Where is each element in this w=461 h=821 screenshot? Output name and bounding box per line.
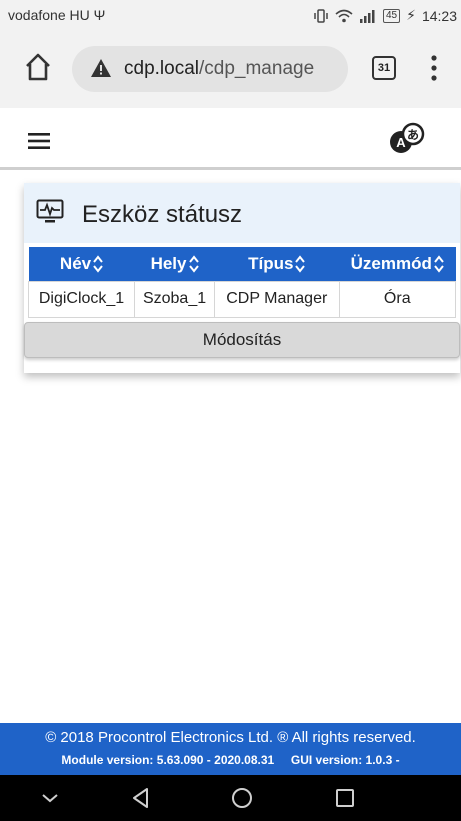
charging-icon: ⚡ [406, 7, 416, 23]
footer: © 2018 Procontrol Electronics Ltd. ® All… [0, 723, 461, 775]
vibrate-icon [314, 8, 328, 23]
carrier-name: vodafone HU Ψ [8, 7, 106, 23]
signal-icon [359, 9, 375, 23]
sort-icon[interactable] [434, 255, 444, 273]
page: vodafone HU Ψ 45 ⚡ 14:23 cdp.local/cdp_m… [0, 0, 461, 821]
usb-icon: Ψ [93, 7, 106, 23]
wifi-icon [335, 9, 353, 22]
cell-name: DigiClock_1 [27, 280, 136, 318]
home-icon[interactable] [24, 52, 52, 82]
back-icon[interactable] [129, 786, 153, 810]
copyright-text: © 2018 Procontrol Electronics Ltd. ® All… [45, 729, 416, 746]
recent-apps-icon[interactable] [333, 786, 357, 810]
card-title: Eszköz státusz [82, 201, 243, 228]
sort-icon[interactable] [93, 255, 103, 273]
home-nav-icon[interactable] [230, 786, 254, 810]
device-table: Név Hely Típus Üzemmód DigiClock_1 Szoba… [27, 247, 457, 318]
warning-icon[interactable] [90, 58, 112, 78]
collapse-keyboard-icon[interactable] [38, 786, 62, 810]
battery-icon: 45 [382, 8, 401, 23]
language-icon[interactable]: A あ [389, 122, 425, 156]
address-bar[interactable]: cdp.local/cdp_manage [72, 46, 348, 92]
modify-button[interactable]: Módosítás [24, 322, 460, 358]
tab-switcher-button[interactable]: 31 [372, 56, 396, 80]
cell-location: Szoba_1 [134, 280, 216, 318]
browser-toolbar: cdp.local/cdp_manage 31 [0, 30, 461, 108]
status-bar: vodafone HU Ψ 45 ⚡ 14:23 [0, 0, 461, 30]
clock: 14:23 [421, 7, 457, 24]
monitor-icon [36, 199, 64, 223]
table-header-row: Név Hely Típus Üzemmód [28, 247, 456, 281]
app-header: A あ [0, 108, 461, 170]
url-text[interactable]: cdp.local/cdp_manage [124, 58, 314, 80]
hamburger-menu-icon[interactable] [28, 133, 50, 149]
table-row[interactable]: DigiClock_1 Szoba_1 CDP Manager Óra [27, 280, 457, 318]
column-header-type[interactable]: Típus [214, 247, 340, 281]
device-status-card: Eszköz státusz Név Hely Típus Üzemmód Di… [24, 183, 460, 373]
url-path: /cdp_manage [199, 58, 315, 79]
more-options-icon[interactable] [426, 54, 442, 82]
cell-mode: Óra [338, 280, 457, 318]
sort-icon[interactable] [188, 255, 199, 273]
navigation-bar [0, 775, 461, 821]
version-text: Module version: 5.63.090 - 2020.08.31 GU… [61, 753, 400, 767]
cell-type: CDP Manager [214, 280, 340, 318]
url-host: cdp.local [124, 58, 199, 79]
column-header-mode[interactable]: Üzemmód [339, 247, 456, 281]
svg-text:あ: あ [407, 128, 419, 142]
column-header-name[interactable]: Név [28, 247, 135, 281]
status-icons: 45 ⚡ 14:23 [313, 7, 457, 24]
column-header-location[interactable]: Hely [134, 247, 215, 281]
card-header: Eszköz státusz [24, 183, 460, 243]
sort-icon[interactable] [295, 255, 306, 273]
